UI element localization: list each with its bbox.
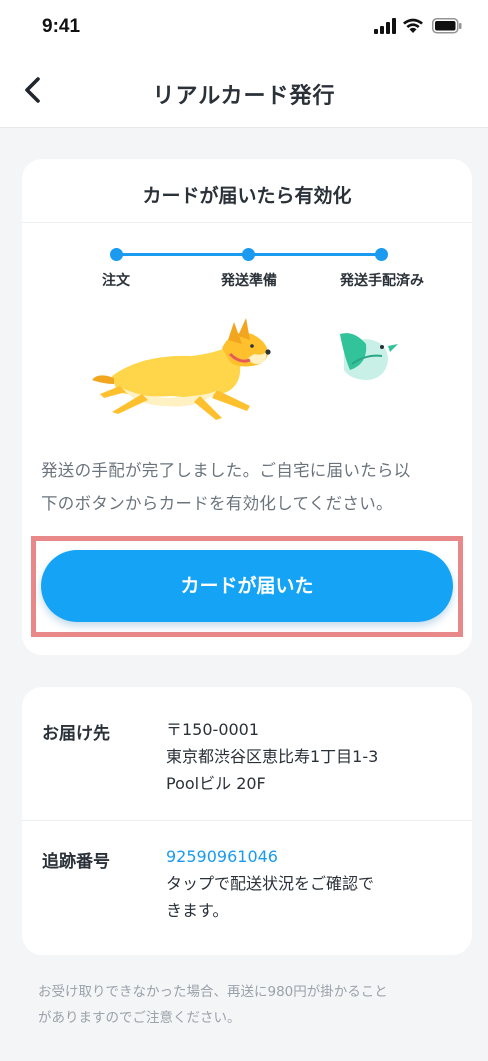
activation-card: カードが届いたら有効化 注文 発送準備 発送手配済み 発送の手配が完了しました。… [22, 159, 472, 655]
wifi-icon [403, 18, 423, 33]
status-message-line2: 下のボタンからカードを有効化してください。 [41, 494, 393, 513]
card-divider [22, 222, 472, 223]
info-divider [22, 820, 472, 821]
step-dot-order [110, 248, 123, 261]
tracking-note-line1: タップで配送状況をご確認で [166, 874, 375, 893]
step-label-shipped: 発送手配済み [340, 273, 424, 289]
card-arrived-button[interactable]: カードが届いた [41, 550, 453, 622]
address-value: 〒150-0001 東京都渋谷区恵比寿1丁目1-3 Poolビル 20F [166, 716, 378, 797]
tracking-value: 92590961046 タップで配送状況をご確認で きます。 [166, 843, 374, 924]
step-dot-shipped [375, 248, 388, 261]
address-postal-code: 〒150-0001 [166, 720, 260, 739]
address-building: Poolビル 20F [166, 774, 266, 793]
status-bar: 9:41 [0, 0, 488, 56]
footer-note-line2: がありますのでご注意ください。 [38, 1010, 241, 1026]
delivery-info-card: お届け先 〒150-0001 東京都渋谷区恵比寿1丁目1-3 Poolビル 20… [22, 687, 472, 955]
tracking-label: 追跡番号 [42, 852, 110, 872]
navigation-bar: リアルカード発行 [0, 56, 488, 128]
step-label-order: 注文 [102, 273, 130, 289]
page-title: リアルカード発行 [152, 84, 336, 109]
address-street: 東京都渋谷区恵比寿1丁目1-3 [166, 747, 379, 766]
status-time: 9:41 [42, 16, 81, 37]
status-message: 発送の手配が完了しました。ご自宅に届いたら以 下のボタンからカードを有効化してく… [41, 454, 456, 520]
battery-icon [432, 18, 462, 34]
bird-icon [340, 333, 398, 380]
status-message-line1: 発送の手配が完了しました。ご自宅に届いたら以 [41, 461, 411, 480]
step-label-preparing: 発送準備 [221, 273, 277, 289]
footer-note-line1: お受け取りできなかった場合、再送に980円が掛かること [38, 984, 388, 1000]
running-dog-icon [92, 318, 271, 420]
footer-note: お受け取りできなかった場合、再送に980円が掛かること がありますのでご注意くだ… [38, 979, 458, 1031]
cellular-signal-icon [374, 18, 396, 34]
tracking-number-link[interactable]: 92590961046 [166, 843, 374, 870]
address-label: お届け先 [42, 724, 110, 744]
tracking-note-line2: きます。 [166, 901, 229, 920]
card-title: カードが届いたら有効化 [142, 185, 352, 207]
step-dot-preparing [242, 248, 255, 261]
shipping-illustration [92, 318, 398, 420]
